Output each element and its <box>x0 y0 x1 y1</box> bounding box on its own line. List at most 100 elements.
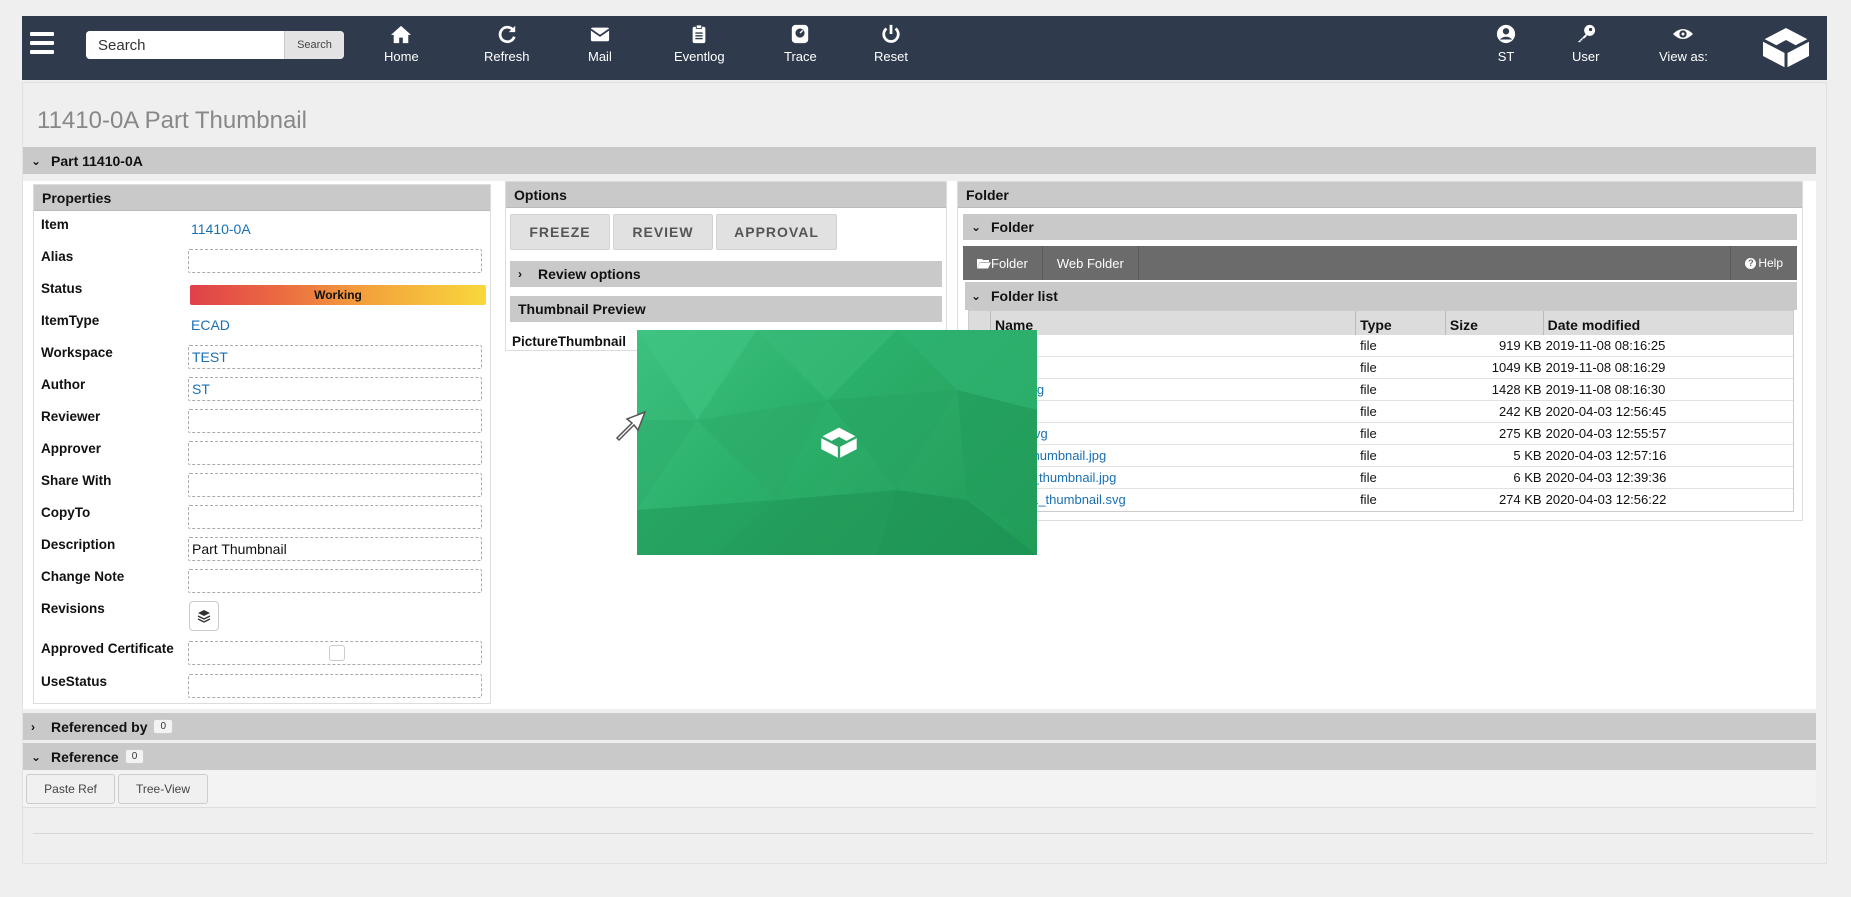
nav-label: Refresh <box>484 49 530 64</box>
reference-header[interactable]: ⌄ Reference 0 <box>23 743 1816 770</box>
file-name-link[interactable]: 920 – 1_thumbnail.svg <box>991 489 1356 511</box>
prop-label: Share With <box>41 473 112 488</box>
table-row[interactable]: 920 – 1_thumbnail.svg file 274 KB 2020-0… <box>969 489 1793 511</box>
table-row[interactable]: NGE.jpg file 1428 KB 2019-11-08 08:16:30 <box>969 379 1793 401</box>
review-options-header[interactable]: › Review options <box>510 261 942 287</box>
folder-button[interactable]: Folder <box>963 246 1043 280</box>
copyto-field[interactable] <box>188 505 482 529</box>
file-size: 242 KB <box>1498 404 1542 419</box>
search-button[interactable]: Search <box>284 31 344 59</box>
file-type: file <box>1360 426 1377 441</box>
change-note-field[interactable] <box>188 569 482 593</box>
picture-thumbnail-label: PictureThumbnail <box>512 334 627 349</box>
workspace-field[interactable]: TEST <box>188 345 482 369</box>
thumbnail-preview-image[interactable] <box>637 330 1037 555</box>
nav-eventlog[interactable]: Eventlog <box>674 24 725 74</box>
prop-change-note: Change Note <box>34 563 490 593</box>
nav-trace[interactable]: Trace <box>784 24 817 74</box>
chevron-down-icon: ⌄ <box>31 749 42 764</box>
web-folder-button[interactable]: Web Folder <box>1043 246 1139 280</box>
chevron-right-icon: › <box>518 267 522 281</box>
prop-label: Author <box>41 377 86 392</box>
prop-status: Status Working <box>34 275 490 305</box>
file-name-link[interactable]: pdf <box>991 401 1356 422</box>
paste-ref-button[interactable]: Paste Ref <box>26 774 115 804</box>
folder-list-header[interactable]: ⌄ Folder list <box>965 282 1797 310</box>
file-name-link[interactable]: 0 – 1.svg <box>991 423 1356 444</box>
referenced-by-count-badge: 0 <box>153 719 174 734</box>
footer-divider <box>33 833 1813 834</box>
file-name-link[interactable]: NGE.jpg <box>991 379 1356 400</box>
column-header-type[interactable]: Type <box>1356 311 1446 335</box>
prop-label: Workspace <box>41 345 113 360</box>
prop-workspace: Workspace TEST <box>34 339 490 369</box>
nav-user-st[interactable]: ST <box>1495 24 1517 74</box>
home-icon <box>391 25 412 44</box>
reviewer-field[interactable] <box>188 409 482 433</box>
prop-label: CopyTo <box>41 505 91 520</box>
referenced-by-header[interactable]: › Referenced by 0 <box>23 713 1816 740</box>
nav-mail[interactable]: Mail <box>588 24 612 74</box>
approver-field[interactable] <box>188 441 482 465</box>
tree-view-button[interactable]: Tree-View <box>118 774 208 804</box>
nav-view-as[interactable]: View as: <box>1659 24 1708 74</box>
prop-copyto: CopyTo <box>34 499 490 529</box>
nav-home[interactable]: Home <box>384 24 419 74</box>
file-name-link[interactable]: ANGE_thumbnail.jpg <box>991 467 1356 488</box>
file-size: 275 KB <box>1498 426 1542 441</box>
help-button[interactable]: ? Help <box>1730 246 1797 280</box>
folder-heading: Folder <box>958 182 1802 208</box>
prop-label: Change Note <box>41 569 125 584</box>
chevron-right-icon: › <box>31 719 35 734</box>
file-date: 2020-04-03 12:55:57 <box>1545 426 1667 441</box>
file-name-link[interactable]: EEN_thumbnail.jpg <box>991 445 1356 466</box>
author-field[interactable]: ST <box>188 377 482 401</box>
column-header-size[interactable]: Size <box>1446 311 1544 335</box>
folder-panel: Folder ⌄ Folder Folder Web Folder ? Help… <box>957 181 1803 521</box>
file-name-link[interactable]: EN.jpg <box>991 357 1356 378</box>
table-row[interactable]: E.jpg file 919 KB 2019-11-08 08:16:25 <box>969 335 1793 357</box>
file-size: 5 KB <box>1513 448 1542 463</box>
hamburger-menu-icon[interactable] <box>30 32 54 60</box>
file-name-link[interactable]: E.jpg <box>991 335 1356 356</box>
description-field[interactable]: Part Thumbnail <box>188 537 482 561</box>
table-row[interactable]: 0 – 1.svg file 275 KB 2020-04-03 12:55:5… <box>969 423 1793 445</box>
share-with-field[interactable] <box>188 473 482 497</box>
prop-label: UseStatus <box>41 674 108 689</box>
usestatus-field[interactable] <box>188 674 482 698</box>
revisions-button[interactable] <box>189 601 219 631</box>
file-date: 2020-04-03 12:56:45 <box>1545 404 1667 419</box>
approval-button[interactable]: APPROVAL <box>716 214 837 250</box>
nav-reset[interactable]: Reset <box>874 24 908 74</box>
freeze-button[interactable]: FREEZE <box>510 214 610 250</box>
power-icon <box>882 24 900 43</box>
approved-certificate-field[interactable] <box>188 641 482 665</box>
search-input[interactable] <box>86 31 284 59</box>
nav-label: User <box>1572 49 1600 64</box>
prop-approved-certificate: Approved Certificate <box>34 635 490 665</box>
prop-itemtype: ItemType ECAD <box>34 307 490 335</box>
certificate-checkbox[interactable] <box>329 645 345 661</box>
mail-icon <box>590 27 610 42</box>
column-header-date[interactable]: Date modified <box>1544 311 1793 335</box>
clipboard-icon <box>692 24 706 44</box>
column-header-name[interactable]: Name <box>991 311 1357 335</box>
item-link[interactable]: 11410-0A <box>191 221 251 237</box>
alias-field[interactable] <box>188 249 482 273</box>
table-row[interactable]: pdf file 242 KB 2020-04-03 12:56:45 <box>969 401 1793 423</box>
table-row[interactable]: ANGE_thumbnail.jpg file 6 KB 2020-04-03 … <box>969 467 1793 489</box>
status-badge: Working <box>190 285 486 305</box>
table-row[interactable]: EN.jpg file 1049 KB 2019-11-08 08:16:29 <box>969 357 1793 379</box>
folder-subheader[interactable]: ⌄ Folder <box>963 214 1797 240</box>
user-circle-icon <box>1496 24 1516 44</box>
nav-user[interactable]: User <box>1572 24 1599 74</box>
table-row[interactable]: EEN_thumbnail.jpg file 5 KB 2020-04-03 1… <box>969 445 1793 467</box>
mouse-cursor-icon <box>615 410 647 442</box>
part-section-header[interactable]: ⌄ Part 11410-0A <box>23 147 1816 174</box>
file-type: file <box>1360 404 1377 419</box>
chevron-down-icon: ⌄ <box>971 289 982 303</box>
thumbnail-preview-header: Thumbnail Preview <box>510 296 942 322</box>
nav-refresh[interactable]: Refresh <box>484 24 530 74</box>
itemtype-link[interactable]: ECAD <box>191 317 230 333</box>
review-button[interactable]: REVIEW <box>613 214 713 250</box>
